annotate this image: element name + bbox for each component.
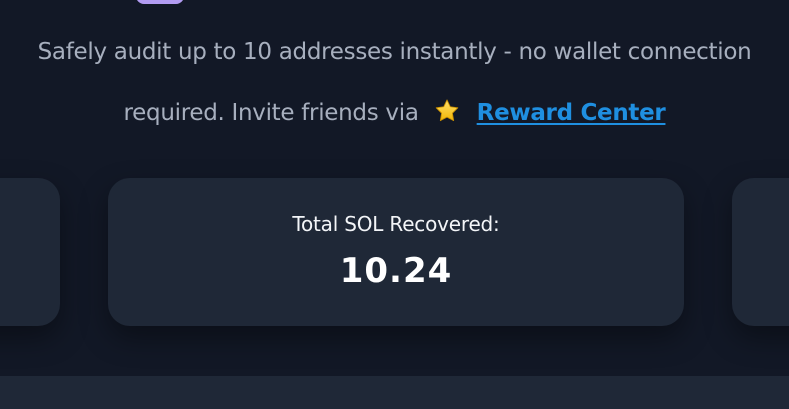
- bottom-panel: [0, 376, 789, 409]
- total-sol-recovered-value: 10.24: [339, 251, 453, 291]
- top-pill-decoration: [136, 0, 184, 4]
- star-icon: [435, 99, 458, 122]
- description-line-2: required. Invite friends via: [123, 100, 419, 126]
- right-stat-card: [732, 178, 789, 326]
- description-text-block: Safely audit up to 10 addresses instantl…: [0, 22, 789, 144]
- page: Safely audit up to 10 addresses instantl…: [0, 0, 789, 409]
- total-sol-recovered-label: Total SOL Recovered:: [292, 212, 500, 236]
- description-line-2-container: required. Invite friends via Reward Cent…: [0, 83, 789, 144]
- left-stat-card: [0, 178, 60, 326]
- description-line-1: Safely audit up to 10 addresses instantl…: [37, 39, 752, 65]
- total-sol-recovered-card: Total SOL Recovered: 10.24: [108, 178, 684, 326]
- reward-center-link[interactable]: Reward Center: [477, 100, 666, 126]
